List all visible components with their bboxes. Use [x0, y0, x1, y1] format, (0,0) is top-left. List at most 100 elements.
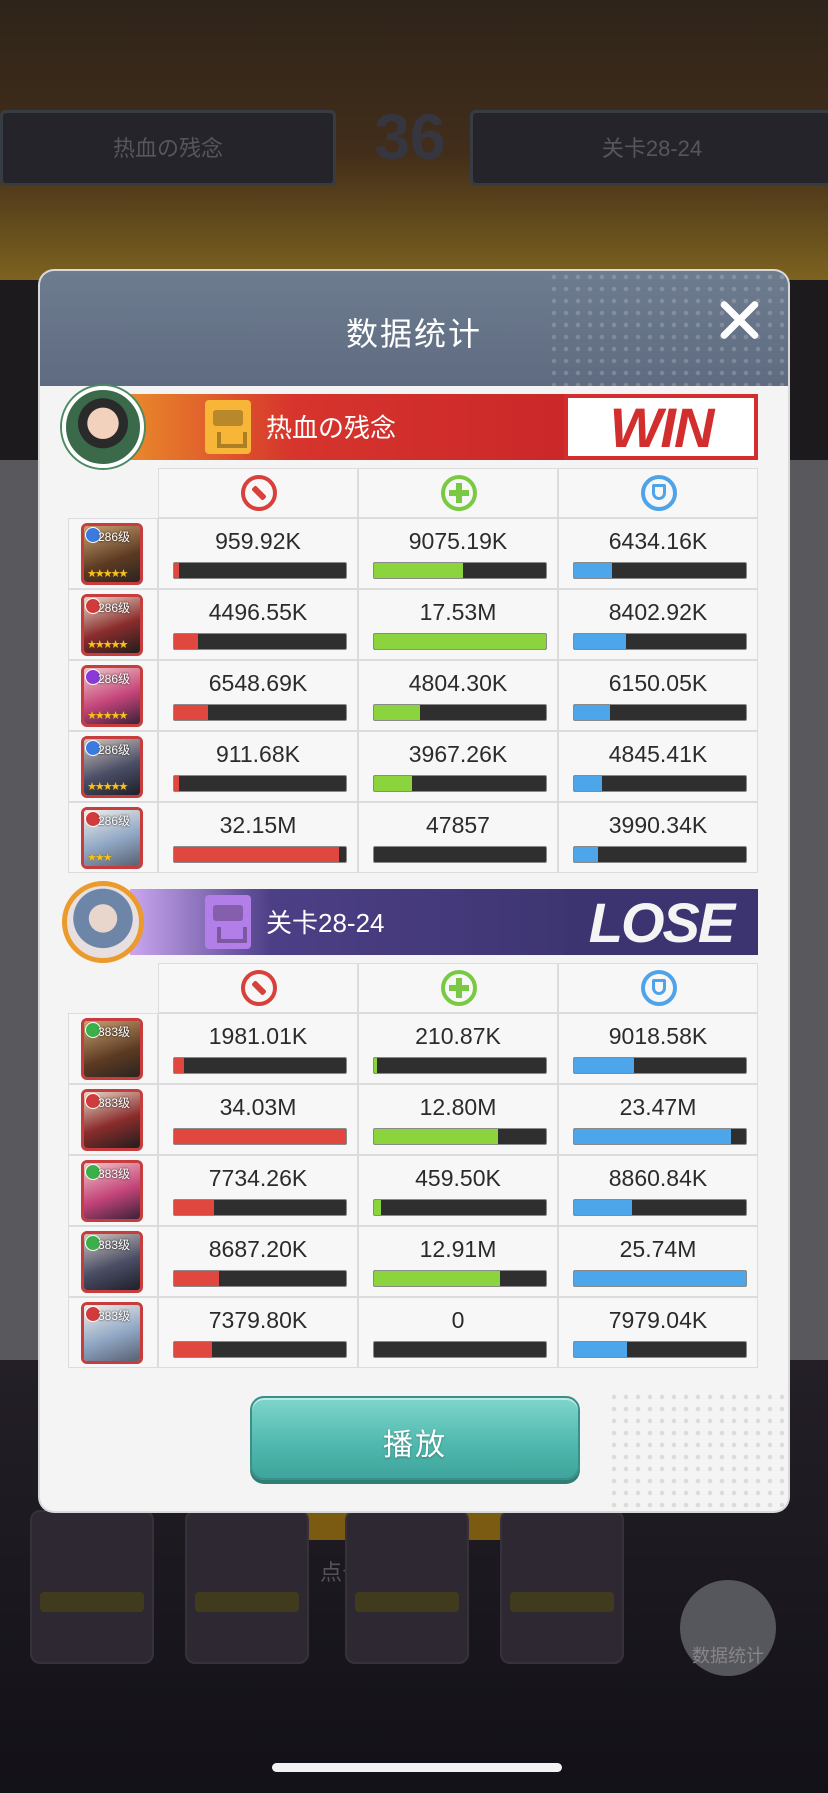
hero-level: 383级	[98, 1167, 131, 1181]
damage-value: 6548.69K	[208, 670, 308, 696]
damage-bar-fill	[174, 1271, 219, 1286]
shield-value: 25.74M	[619, 1236, 697, 1262]
heal-bar	[373, 1057, 547, 1074]
damage-cell: 34.03M	[158, 1084, 358, 1155]
damage-bar-fill	[174, 705, 209, 720]
heal-cell: 47857	[358, 802, 558, 873]
hero-avatar[interactable]: 383级	[81, 1018, 143, 1080]
damage-bar-fill	[174, 847, 340, 862]
shield-bar	[573, 704, 747, 721]
hero-cell: 383级	[68, 1297, 158, 1368]
hero-cell: 286级 ★★★★★	[68, 660, 158, 731]
play-button[interactable]: 播放	[250, 1396, 580, 1480]
shield-value: 23.47M	[619, 1094, 697, 1120]
shield-cell: 8402.92K	[558, 589, 758, 660]
damage-value: 959.92K	[215, 528, 301, 554]
hero-stars: ★★★★★	[87, 710, 128, 722]
hero-row: 286级 ★★★ 32.15M 47857 3990.34K	[68, 802, 758, 873]
lose-badge: LOSE	[564, 889, 758, 955]
damage-cell: 8687.20K	[158, 1226, 358, 1297]
shield-value: 6434.16K	[608, 528, 708, 554]
damage-value: 32.15M	[219, 812, 297, 838]
heal-bar-fill	[374, 563, 464, 578]
hero-avatar[interactable]: 286级 ★★★★★	[81, 665, 143, 727]
damage-cell: 7379.80K	[158, 1297, 358, 1368]
hero-stars: ★★★★★	[87, 568, 128, 580]
hero-level: 286级	[98, 743, 131, 757]
shield-bar	[573, 775, 747, 792]
heal-icon	[441, 970, 477, 1006]
heal-cell: 210.87K	[358, 1013, 558, 1084]
play-button-label: 播放	[383, 1429, 447, 1462]
team-name: 热血の残念	[266, 413, 397, 443]
hero-cell: 383级	[68, 1155, 158, 1226]
damage-bar	[173, 562, 347, 579]
shield-cell: 8860.84K	[558, 1155, 758, 1226]
heal-value: 12.91M	[419, 1236, 497, 1262]
damage-bar-fill	[174, 1342, 212, 1357]
stats-header-cell	[558, 963, 758, 1013]
hero-cell: 286级 ★★★	[68, 802, 158, 873]
hero-avatar[interactable]: 286级 ★★★★★	[81, 736, 143, 798]
damage-cell: 1981.01K	[158, 1013, 358, 1084]
heal-bar-fill	[374, 776, 412, 791]
heal-cell: 17.53M	[358, 589, 558, 660]
heal-bar	[373, 1199, 547, 1216]
hero-level: 286级	[98, 814, 131, 828]
hero-row: 383级 7379.80K 0 7979.04K	[68, 1297, 758, 1368]
shield-cell: 9018.58K	[558, 1013, 758, 1084]
damage-bar	[173, 1341, 347, 1358]
damage-value: 8687.20K	[208, 1236, 308, 1262]
damage-bar	[173, 775, 347, 792]
heal-value: 4804.30K	[408, 670, 508, 696]
damage-bar-fill	[174, 634, 199, 649]
shield-cell: 7979.04K	[558, 1297, 758, 1368]
damage-bar-fill	[174, 1129, 346, 1144]
hero-avatar[interactable]: 286级 ★★★★★	[81, 523, 143, 585]
shield-bar-fill	[574, 563, 612, 578]
hero-avatar[interactable]: 286级 ★★★	[81, 807, 143, 869]
shield-cell: 23.47M	[558, 1084, 758, 1155]
shield-bar-fill	[574, 1342, 628, 1357]
damage-value: 34.03M	[219, 1094, 297, 1120]
hero-avatar[interactable]: 383级	[81, 1302, 143, 1364]
heal-value: 0	[451, 1307, 465, 1333]
hero-avatar[interactable]: 383级	[81, 1231, 143, 1293]
shield-value: 8860.84K	[608, 1165, 708, 1191]
damage-bar-fill	[174, 1058, 185, 1073]
win-badge: WIN	[564, 394, 758, 460]
heal-bar	[373, 1128, 547, 1145]
shield-bar-fill	[574, 776, 602, 791]
shield-bar-fill	[574, 1058, 635, 1073]
hero-avatar[interactable]: 383级	[81, 1089, 143, 1151]
modal-header: 数据统计	[40, 271, 788, 386]
damage-cell: 32.15M	[158, 802, 358, 873]
heal-bar-fill	[374, 1129, 498, 1144]
heal-cell: 0	[358, 1297, 558, 1368]
hero-row: 286级 ★★★★★ 6548.69K 4804.30K 6150.05K	[68, 660, 758, 731]
hero-avatar[interactable]: 286级 ★★★★★	[81, 594, 143, 656]
team-avatar	[62, 386, 144, 468]
heal-cell: 12.80M	[358, 1084, 558, 1155]
heal-value: 459.50K	[415, 1165, 501, 1191]
home-indicator[interactable]	[272, 1763, 562, 1772]
damage-value: 1981.01K	[208, 1023, 308, 1049]
hero-cell: 383级	[68, 1226, 158, 1297]
hero-level: 286级	[98, 530, 131, 544]
shield-bar	[573, 562, 747, 579]
heal-bar-fill	[374, 1058, 378, 1073]
damage-bar	[173, 1128, 347, 1145]
damage-value: 911.68K	[216, 741, 300, 767]
shield-icon	[641, 475, 677, 511]
close-icon[interactable]	[716, 297, 762, 343]
hero-level: 383级	[98, 1238, 131, 1252]
shield-bar	[573, 846, 747, 863]
heal-value: 3967.26K	[408, 741, 508, 767]
heal-cell: 9075.19K	[358, 518, 558, 589]
shield-value: 4845.41K	[608, 741, 708, 767]
corner-decoration	[608, 1391, 788, 1511]
damage-value: 4496.55K	[208, 599, 308, 625]
stats-header-cell	[158, 963, 358, 1013]
stats-modal: 数据统计 热血の残念 WIN 286级 ★★★★★ 959.92K 9075.19K 643…	[40, 271, 788, 1511]
hero-avatar[interactable]: 383级	[81, 1160, 143, 1222]
